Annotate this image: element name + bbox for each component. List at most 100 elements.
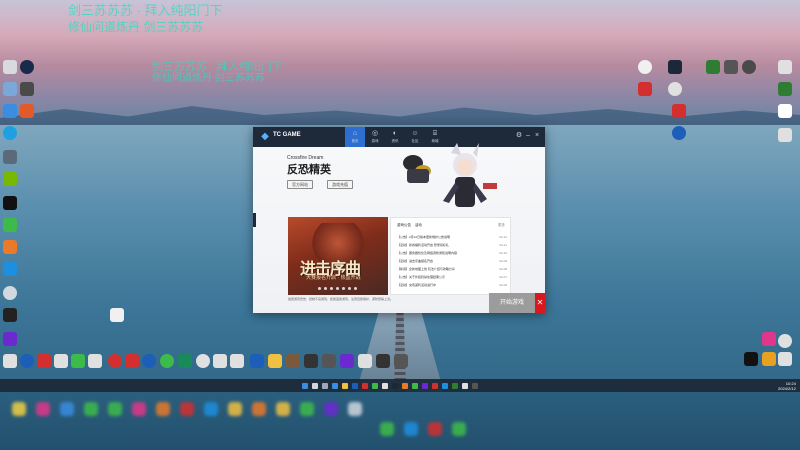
news-item[interactable]: 【活动】充值返利活动进行中 02-06: [397, 282, 507, 288]
desktop-icon[interactable]: [178, 354, 192, 368]
desktop-icon-document[interactable]: [110, 308, 124, 322]
desktop-icon[interactable]: [3, 104, 17, 118]
desktop-icon[interactable]: [762, 352, 776, 366]
steam-icon[interactable]: [668, 60, 682, 74]
desktop-icon[interactable]: [340, 354, 354, 368]
desktop-icon[interactable]: [778, 352, 792, 366]
desktop-icon[interactable]: [638, 60, 652, 74]
official-site-button[interactable]: 官方网站: [287, 180, 313, 189]
desktop-icon[interactable]: [358, 354, 372, 368]
desktop-icon[interactable]: [3, 150, 17, 164]
desktop-icon[interactable]: [304, 354, 318, 368]
news-item[interactable]: 【公告】2月12日版本更新维护公告说明 02-12: [397, 234, 507, 240]
desktop-icon[interactable]: [142, 354, 156, 368]
desktop-icon[interactable]: [3, 286, 17, 300]
taskbar-app-icon[interactable]: [362, 383, 368, 389]
banner-dot[interactable]: [318, 287, 321, 290]
desktop-icon[interactable]: [3, 218, 17, 232]
taskbar-app-icon[interactable]: [382, 383, 388, 389]
desktop-icon[interactable]: [20, 82, 34, 96]
banner-dot[interactable]: [348, 287, 351, 290]
desktop-icon[interactable]: [778, 104, 792, 118]
news-more-link[interactable]: 更多: [498, 223, 505, 228]
desktop-icon[interactable]: [160, 354, 174, 368]
desktop-icon[interactable]: [3, 196, 17, 210]
side-handle[interactable]: [253, 213, 256, 227]
desktop-icon[interactable]: [3, 308, 17, 322]
news-item[interactable]: 【公告】关于外挂封禁处理结果公示 02-07: [397, 274, 507, 280]
desktop-icon[interactable]: [394, 354, 408, 368]
desktop-icon[interactable]: [3, 354, 17, 368]
desktop-icon[interactable]: [778, 334, 792, 348]
news-item[interactable]: 【活动】进击序曲报名开启 02-09: [397, 258, 507, 264]
desktop-icon[interactable]: [742, 60, 756, 74]
banner-dot[interactable]: [354, 287, 357, 290]
recharge-button[interactable]: 游戏充值: [327, 180, 353, 189]
desktop-icon[interactable]: [672, 126, 686, 140]
desktop-icon[interactable]: [108, 354, 122, 368]
taskbar-app-icon[interactable]: [422, 383, 428, 389]
taskbar-app-icon[interactable]: [432, 383, 438, 389]
taskbar-app-icon[interactable]: [462, 383, 468, 389]
task-view-icon[interactable]: [322, 383, 328, 389]
tab-announcements[interactable]: 游戏公告: [397, 223, 411, 227]
taskbar-clock[interactable]: 10:24 2024/2/12: [778, 381, 796, 391]
taskbar-app-icon[interactable]: [402, 383, 408, 389]
tab-games[interactable]: ◎ 游戏: [365, 127, 385, 147]
desktop-icon[interactable]: [3, 172, 17, 186]
desktop-icon[interactable]: [250, 354, 264, 368]
desktop-icon[interactable]: [230, 354, 244, 368]
close-icon[interactable]: ×: [533, 132, 541, 140]
settings-icon[interactable]: ⚙: [515, 132, 523, 140]
desktop-icon[interactable]: [286, 354, 300, 368]
taskbar-app-icon[interactable]: [372, 383, 378, 389]
banner-dot[interactable]: [330, 287, 333, 290]
desktop-icon[interactable]: [3, 126, 17, 140]
news-item[interactable]: 【新闻】全新地图上线 玩法介绍与攻略分享 02-08: [397, 266, 507, 272]
taskbar-app-icon[interactable]: [472, 383, 478, 389]
minimize-icon[interactable]: –: [524, 132, 532, 140]
desktop-icon[interactable]: [196, 354, 210, 368]
folder-icon[interactable]: [268, 354, 282, 368]
desktop-icon[interactable]: [322, 354, 336, 368]
desktop-icon[interactable]: [3, 60, 17, 74]
desktop-icon[interactable]: [88, 354, 102, 368]
taskbar-app-icon[interactable]: [452, 383, 458, 389]
tab-home[interactable]: ⌂ 首页: [345, 127, 365, 147]
tab-activities[interactable]: 活动: [415, 223, 422, 227]
desktop-icon[interactable]: [638, 82, 652, 96]
taskbar-app-icon[interactable]: [392, 383, 398, 389]
banner-dot[interactable]: [342, 287, 345, 290]
edge-icon[interactable]: [332, 383, 338, 389]
start-game-button[interactable]: 开始游戏: [489, 293, 535, 313]
wechat-icon[interactable]: [71, 354, 85, 368]
desktop-icon[interactable]: [778, 82, 792, 96]
desktop-icon[interactable]: [54, 354, 68, 368]
news-item[interactable]: 【公告】服务器优化及网络调整通知说明内容 02-10: [397, 250, 507, 256]
desktop-icon[interactable]: [3, 240, 17, 254]
desktop-icon[interactable]: [3, 82, 17, 96]
tiktok-icon[interactable]: [744, 352, 758, 366]
search-icon[interactable]: [312, 383, 318, 389]
taskbar-app-icon[interactable]: [352, 383, 358, 389]
desktop-icon[interactable]: [3, 332, 17, 346]
desktop-icon[interactable]: [3, 262, 17, 276]
close-panel-button[interactable]: ✕: [535, 293, 545, 313]
desktop-icon[interactable]: [706, 60, 720, 74]
promo-banner[interactable]: 进击序曲 大赛报名开启 · 热血开战: [288, 217, 388, 295]
taskbar-app-icon[interactable]: [412, 383, 418, 389]
desktop-icon[interactable]: [37, 354, 51, 368]
desktop-icon[interactable]: [724, 60, 738, 74]
desktop-icon[interactable]: [213, 354, 227, 368]
desktop-icon[interactable]: [20, 60, 34, 74]
desktop-icon[interactable]: [125, 354, 139, 368]
desktop-icon[interactable]: [778, 128, 792, 142]
banner-dot[interactable]: [336, 287, 339, 290]
desktop-icon[interactable]: [762, 332, 776, 346]
start-menu-icon[interactable]: [302, 383, 308, 389]
folder-icon[interactable]: [342, 383, 348, 389]
banner-dot[interactable]: [324, 287, 327, 290]
desktop-icon[interactable]: [20, 104, 34, 118]
desktop-icon[interactable]: [668, 82, 682, 96]
desktop-icon[interactable]: [20, 354, 34, 368]
